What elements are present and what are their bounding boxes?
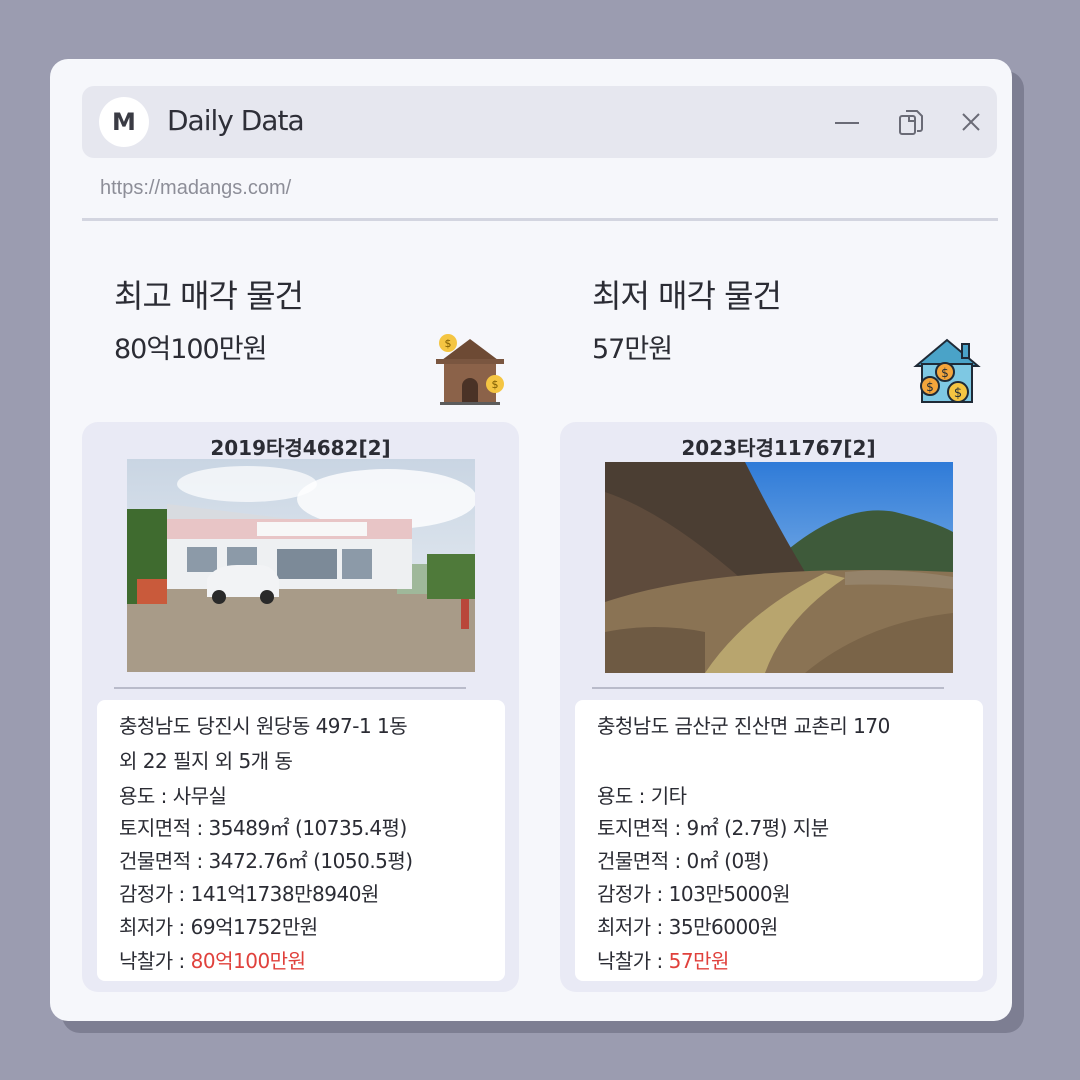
restore-icon <box>899 110 923 135</box>
property-info: 충청남도 금산군 진산면 교촌리 170 용도 : 기타 토지면적 : 9㎡ (… <box>575 700 983 981</box>
usage: 용도 : 기타 <box>597 784 687 808</box>
close-icon <box>962 113 980 131</box>
svg-text:$: $ <box>445 337 452 350</box>
lowest-card[interactable]: 2023타경11767[2] 충청남도 금산군 진산면 교촌리 170 용도:… <box>560 422 997 992</box>
address-line-2: 외 22 필지 외 5개 동 <box>119 749 293 773</box>
lowest-heading: 최저 매각 물건 <box>592 277 782 315</box>
address-line-1: 충청남도 당진시 원당동 497-1 1동 <box>119 714 408 738</box>
card-divider <box>114 687 466 689</box>
house-dollar-icon: $ $ <box>436 334 504 405</box>
case-number: 2023타경11767[2] <box>681 436 876 460</box>
property-photo <box>605 462 953 673</box>
restore-button[interactable] <box>895 106 927 138</box>
minimum-price: 최저가 : 35만6000원 <box>597 915 778 939</box>
land-area: 토지면적 : 9㎡ (2.7평) 지분 <box>597 816 829 840</box>
app-logo: M <box>99 97 149 147</box>
usage: 용도 : 사무실 <box>119 784 227 808</box>
card-divider <box>592 687 944 689</box>
winning-bid-value: 57만원 <box>668 949 730 973</box>
winning-bid: 낙찰가 : 57만원 <box>597 945 729 974</box>
minimize-button[interactable] <box>831 106 863 138</box>
address-line-1: 충청남도 금산군 진산면 교촌리 170 <box>597 714 890 738</box>
svg-text:$: $ <box>941 366 949 380</box>
url-divider <box>82 218 998 221</box>
property-info: 충청남도 당진시 원당동 497-1 1동 외 22 필지 외 5개 동 용도 … <box>97 700 505 981</box>
minimize-icon <box>835 122 859 124</box>
appraisal-price: 감정가 : 103만5000원 <box>597 882 791 906</box>
winning-bid: 낙찰가 : 80억100만원 <box>119 945 306 974</box>
app-title: Daily Data <box>167 104 305 137</box>
close-button[interactable] <box>955 106 987 138</box>
winning-bid-value: 80억100만원 <box>190 949 306 973</box>
land-area: 토지면적 : 35489㎡ (10735.4평) <box>119 816 407 840</box>
app-window: M Daily Data https://madangs.com/ 최고 매각 … <box>50 59 1012 1021</box>
appraisal-price: 감정가 : 141억1738만8940원 <box>119 882 379 906</box>
property-photo <box>127 459 475 672</box>
minimum-price: 최저가 : 69억1752만원 <box>119 915 318 939</box>
svg-text:$: $ <box>926 380 934 394</box>
winning-bid-label: 낙찰가 : <box>119 949 191 973</box>
house-investment-icon: $ $ $ <box>913 338 981 403</box>
winning-bid-label: 낙찰가 : <box>597 949 669 973</box>
highest-price: 80억100만원 <box>114 334 267 365</box>
highest-card[interactable]: 2019타경4682[2] 충청남도 당진시 원당동 497-1 1동 외 22… <box>82 422 519 992</box>
building-area: 건물면적 : 0㎡ (0평) <box>597 849 769 873</box>
svg-text:$: $ <box>492 378 499 391</box>
title-bar: M Daily Data <box>82 86 997 158</box>
case-number: 2019타경4682[2] <box>210 436 391 460</box>
lowest-price: 57만원 <box>592 334 673 365</box>
highest-heading: 최고 매각 물건 <box>114 277 304 315</box>
svg-text:$: $ <box>954 386 962 401</box>
building-area: 건물면적 : 3472.76㎡ (1050.5평) <box>119 849 413 873</box>
url-text[interactable]: https://madangs.com/ <box>100 177 291 200</box>
